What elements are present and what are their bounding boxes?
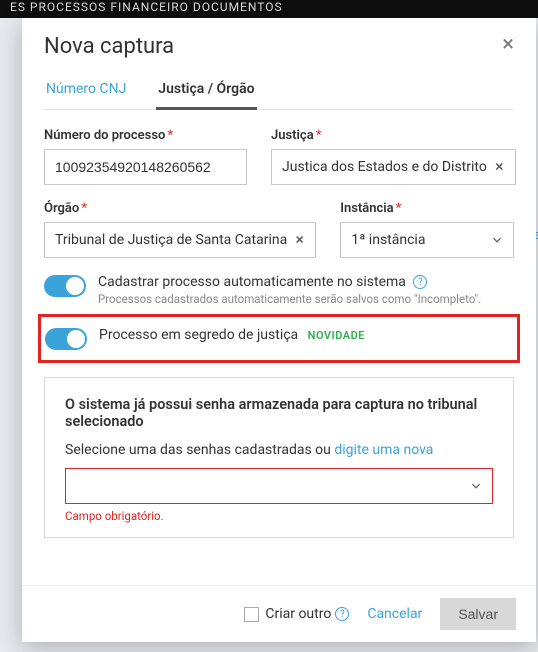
criar-outro-option: Criar outro ?	[244, 606, 349, 622]
label-text: Justiça	[271, 128, 314, 143]
help-icon[interactable]: ?	[413, 275, 427, 289]
credential-box: O sistema já possui senha armazenada par…	[44, 377, 514, 538]
orgao-select[interactable]: Tribunal de Justiça de Santa Catarina ✕	[44, 222, 316, 258]
credential-sub-prefix: Selecione uma das senhas cadastradas ou	[65, 442, 334, 458]
modal-footer: Criar outro ? Cancelar Salvar	[22, 585, 536, 642]
required-mark: *	[396, 201, 402, 216]
field-instancia: Instância* 1ª instância	[340, 201, 514, 258]
credential-select-value	[65, 468, 493, 504]
field-justica: Justiça* Justica dos Estados e do Distri…	[271, 128, 516, 185]
toggle-auto-label: Cadastrar processo automaticamente no si…	[98, 274, 406, 290]
justica-select[interactable]: Justica dos Estados e do Distrito ✕	[271, 149, 516, 185]
novidade-badge: NOVIDADE	[308, 329, 365, 342]
modal-nova-captura: Nova captura × Número CNJ Justiça / Órgã…	[22, 18, 536, 642]
cancel-button[interactable]: Cancelar	[367, 606, 422, 622]
required-mark: *	[81, 201, 87, 216]
toggle-auto-subtext: Processos cadastrados automaticamente se…	[98, 292, 481, 306]
required-mark: *	[316, 128, 322, 143]
justica-select-value: Justica dos Estados e do Distrito	[271, 149, 516, 185]
digite-nova-link[interactable]: digite uma nova	[334, 442, 433, 458]
label-text: Órgão	[44, 201, 79, 216]
field-numero-processo: Número do processo*	[44, 128, 247, 185]
save-button[interactable]: Salvar	[440, 598, 516, 630]
label-justica: Justiça*	[271, 128, 516, 143]
toggle-secret-label: Processo em segredo de justiça	[99, 327, 298, 343]
field-orgao: Órgão* Tribunal de Justiça de Santa Cata…	[44, 201, 316, 258]
label-orgao: Órgão*	[44, 201, 316, 216]
tab-numero-cnj[interactable]: Número CNJ	[44, 71, 128, 109]
highlight-secret-box: Processo em segredo de justiça NOVIDADE	[38, 314, 520, 363]
tab-justica-orgao[interactable]: Justiça / Órgão	[156, 71, 256, 110]
credential-error: Campo obrigatório.	[65, 509, 493, 523]
orgao-select-value: Tribunal de Justiça de Santa Catarina	[44, 222, 316, 258]
help-icon[interactable]: ?	[335, 607, 349, 621]
label-instancia: Instância*	[340, 201, 514, 216]
criar-outro-label: Criar outro	[265, 606, 331, 622]
label-text: Instância	[340, 201, 393, 216]
modal-body: Número CNJ Justiça / Órgão Número do pro…	[22, 67, 536, 585]
numero-processo-input[interactable]	[44, 149, 247, 185]
close-icon[interactable]: ×	[502, 34, 514, 56]
modal-header: Nova captura ×	[22, 18, 536, 67]
credential-title: O sistema já possui senha armazenada par…	[65, 396, 493, 430]
toggle-auto-register: Cadastrar processo automaticamente no si…	[44, 274, 514, 306]
label-numero-processo: Número do processo*	[44, 128, 247, 143]
modal-title: Nova captura	[44, 34, 174, 59]
credential-subtext: Selecione uma das senhas cadastradas ou …	[65, 442, 493, 458]
background-nav: ES PROCESSOS FINANCEIRO DOCUMENTOS	[0, 0, 538, 18]
label-text: Número do processo	[44, 128, 165, 143]
criar-outro-checkbox[interactable]	[244, 607, 259, 622]
toggle-secret-switch[interactable]	[45, 328, 87, 350]
tabs: Número CNJ Justiça / Órgão	[44, 71, 514, 110]
toggle-auto-switch[interactable]	[44, 275, 86, 297]
instancia-select-value: 1ª instância	[340, 222, 514, 258]
required-mark: *	[167, 128, 173, 143]
instancia-select[interactable]: 1ª instância	[340, 222, 514, 258]
credential-select[interactable]	[65, 468, 493, 504]
